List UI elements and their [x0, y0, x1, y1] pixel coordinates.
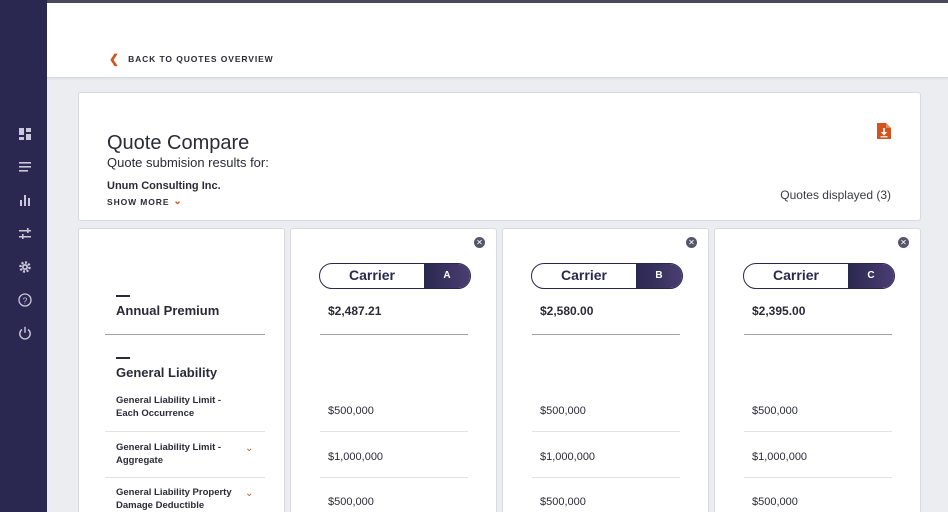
each-occurrence-value: $500,000	[328, 405, 374, 417]
close-icon[interactable]: ✕	[686, 237, 697, 248]
expand-chevron-icon[interactable]: ⌄	[245, 443, 253, 454]
close-icon[interactable]: ✕	[898, 237, 909, 248]
aggregate-value: $1,000,000	[540, 451, 596, 463]
divider	[320, 334, 468, 335]
gear-icon[interactable]	[17, 259, 33, 275]
coverage-labels-column: Annual Premium General Liability General…	[78, 228, 285, 512]
divider	[744, 334, 892, 335]
divider	[320, 431, 468, 432]
property-damage-deductible-value: $500,000	[752, 496, 798, 508]
chevron-left-icon: ❮	[109, 52, 120, 66]
show-more-label: SHOW MORE	[107, 196, 170, 207]
pdf-download-icon[interactable]	[876, 122, 892, 140]
expand-chevron-icon[interactable]: ⌄	[245, 488, 253, 499]
help-icon[interactable]: ?	[17, 292, 33, 308]
page-title: Quote Compare	[107, 132, 250, 154]
each-occurrence-value: $500,000	[540, 405, 586, 417]
sidebar: ?	[0, 0, 47, 512]
page-subtitle: Quote submision results for:	[107, 155, 269, 170]
carrier-pill: Carrier A	[319, 263, 471, 289]
back-to-quotes-link[interactable]: ❮ BACK TO QUOTES OVERVIEW	[109, 53, 274, 65]
divider	[744, 431, 892, 432]
annual-premium-label: Annual Premium	[116, 303, 220, 318]
divider	[532, 431, 680, 432]
power-icon[interactable]	[17, 325, 33, 341]
close-icon[interactable]: ✕	[474, 237, 485, 248]
carrier-name: Carrier	[349, 267, 395, 283]
sliders-icon[interactable]	[17, 226, 33, 242]
carrier-column-c: ✕ Carrier C $2,395.00 $500,000 $1,000,00…	[714, 228, 921, 512]
coverage-label-each-occurrence: General Liability Limit - Each Occurrenc…	[116, 395, 222, 419]
property-damage-deductible-value: $500,000	[328, 496, 374, 508]
annual-premium-value: $2,487.21	[328, 304, 382, 318]
carrier-pill: Carrier B	[531, 263, 683, 289]
aggregate-value: $1,000,000	[752, 451, 808, 463]
carrier-column-b: ✕ Carrier B $2,580.00 $500,000 $1,000,00…	[502, 228, 709, 512]
divider	[744, 477, 892, 478]
coverage-label-aggregate: General Liability Limit - Aggregate	[116, 442, 222, 466]
divider	[105, 477, 265, 478]
general-liability-label: General Liability	[116, 365, 218, 380]
each-occurrence-value: $500,000	[752, 405, 798, 417]
divider	[105, 431, 265, 432]
aggregate-value: $1,000,000	[328, 451, 384, 463]
carrier-name: Carrier	[561, 267, 607, 283]
carrier-pill: Carrier C	[743, 263, 895, 289]
svg-text:?: ?	[23, 295, 28, 305]
property-damage-deductible-value: $500,000	[540, 496, 586, 508]
annual-premium-value: $2,395.00	[752, 304, 806, 318]
quotes-displayed-count: Quotes displayed (3)	[780, 188, 891, 202]
annual-premium-value: $2,580.00	[540, 304, 594, 318]
carrier-name: Carrier	[773, 267, 819, 283]
carrier-letter-badge: C	[848, 264, 894, 288]
section-dash	[116, 357, 130, 359]
dashboard-icon[interactable]	[17, 126, 33, 142]
divider	[532, 334, 680, 335]
carrier-letter-badge: A	[424, 264, 470, 288]
list-icon[interactable]	[17, 159, 33, 175]
chevron-down-icon: ⌄	[173, 196, 183, 207]
carrier-letter-badge: B	[636, 264, 682, 288]
quote-summary-card: Quote Compare Quote submision results fo…	[78, 92, 921, 221]
carrier-column-a: ✕ Carrier A $2,487.21 $500,000 $1,000,00…	[290, 228, 497, 512]
bar-chart-icon[interactable]	[17, 192, 33, 208]
coverage-label-property-damage-deductible: General Liability Property Damage Deduct…	[116, 487, 232, 511]
divider	[532, 477, 680, 478]
divider	[320, 477, 468, 478]
company-name: Unum Consulting Inc.	[107, 180, 221, 192]
back-link-label: BACK TO QUOTES OVERVIEW	[128, 54, 274, 64]
divider	[105, 334, 265, 335]
section-dash	[116, 295, 130, 297]
show-more-button[interactable]: SHOW MORE ⌄	[107, 196, 183, 207]
page-header: ❮ BACK TO QUOTES OVERVIEW	[47, 3, 948, 78]
